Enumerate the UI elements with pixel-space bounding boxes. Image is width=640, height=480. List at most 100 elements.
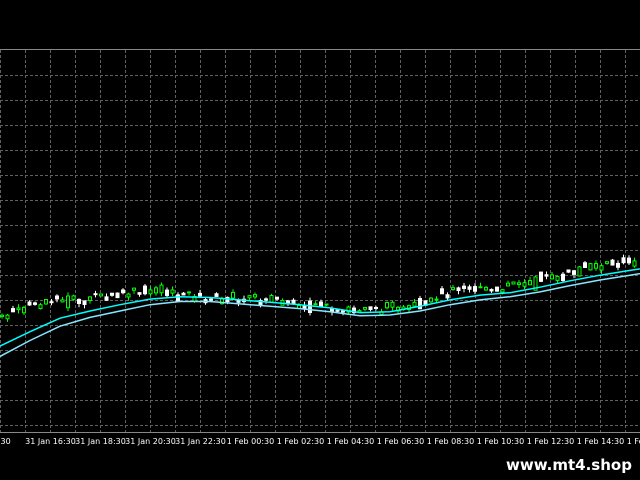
candle-body (209, 298, 213, 301)
candle-body (27, 301, 32, 306)
candle-body (5, 314, 10, 320)
x-tick-label: 1 Feb 04:30 (327, 437, 374, 446)
candle-body (22, 306, 26, 314)
candle-body (93, 293, 98, 296)
candle-body (269, 295, 274, 303)
candle-body (605, 261, 609, 264)
candle-body (253, 294, 257, 298)
candle-body (363, 307, 367, 310)
candle-body (335, 309, 340, 312)
candle-body (522, 282, 527, 287)
candle-body (60, 299, 65, 303)
grid (0, 50, 640, 432)
candle-body (71, 295, 76, 300)
candle-body (88, 296, 92, 301)
candle-body (544, 274, 549, 277)
candle-body (467, 286, 472, 290)
candle-body (495, 286, 499, 292)
candle-body (572, 270, 576, 275)
candle-body (313, 303, 318, 306)
x-tick-label: 1 Feb 12:30 (527, 437, 574, 446)
x-tick-labels: 30 31 Jan 16:30 31 Jan 18:30 31 Jan 20:30 31… (1, 437, 640, 446)
candle-body (385, 302, 389, 309)
x-tick-label: 30 (1, 437, 11, 446)
candle-body (44, 299, 48, 305)
candle-body (275, 296, 279, 300)
candle-body (577, 266, 582, 277)
x-tick-label: 1 Feb 00:30 (227, 437, 274, 446)
candle-body (506, 282, 510, 287)
x-tick-label: 1 Feb 16:30 (627, 437, 640, 446)
candle-body (489, 288, 494, 292)
candle-body (77, 298, 81, 304)
candle-body (550, 274, 554, 280)
x-tick-label: 31 Jan 18:30 (75, 437, 126, 446)
candle-body (291, 299, 296, 305)
candle-body (583, 262, 587, 268)
candle-body (616, 262, 620, 268)
candle-body (33, 302, 37, 305)
watermark-logo: www.mt4.shop (498, 450, 640, 480)
candle-body (231, 291, 235, 299)
candle-body (462, 285, 466, 289)
candle-body (110, 292, 114, 296)
candle-body (319, 301, 323, 308)
candle-body (38, 304, 43, 310)
candle-body (511, 281, 516, 285)
candle-body (561, 273, 565, 281)
candle-body (627, 257, 631, 264)
x-tick-label: 1 Feb 14:30 (577, 437, 624, 446)
candle-body (126, 293, 131, 298)
candle-body (390, 301, 395, 308)
candle-body (176, 294, 180, 303)
candle-body (500, 289, 505, 293)
candle-body (324, 303, 329, 306)
candle-body (517, 282, 521, 286)
candle-body (154, 287, 158, 294)
candle-body (66, 295, 70, 309)
candle-body (412, 301, 417, 307)
candle-body (159, 284, 164, 294)
candle-body (165, 289, 169, 297)
candle-body (214, 293, 219, 297)
candle-body (187, 291, 191, 294)
x-tick-label: 1 Feb 06:30 (377, 437, 424, 446)
candles (0, 254, 637, 322)
candle-body (115, 292, 120, 299)
candle-body (143, 285, 147, 295)
candle-body (599, 265, 604, 271)
candle-body (11, 308, 15, 313)
candle-body (445, 294, 450, 299)
candle-body (341, 310, 345, 313)
x-tick-label: 1 Feb 02:30 (277, 437, 324, 446)
candle-body (368, 306, 373, 310)
candle-body (198, 292, 202, 297)
candle-body (49, 301, 54, 304)
candle-body (99, 293, 103, 297)
x-tick-label: 31 Jan 16:30 (25, 437, 76, 446)
candle-body (456, 287, 461, 292)
candle-body (484, 286, 488, 291)
candle-body (148, 289, 153, 295)
x-tick-label: 31 Jan 22:30 (175, 437, 226, 446)
x-tick-label: 1 Feb 08:30 (427, 437, 474, 446)
candle-body (588, 263, 593, 271)
candle-body (247, 295, 252, 299)
candle-body (478, 286, 483, 289)
x-tick-label: 1 Feb 10:30 (477, 437, 524, 446)
candle-body (104, 296, 109, 301)
candle-body (181, 292, 186, 296)
candle-body (610, 259, 615, 266)
candle-body (0, 314, 4, 318)
x-tick-label: 31 Jan 20:30 (125, 437, 176, 446)
candle-body (170, 289, 175, 294)
candle-body (451, 287, 455, 291)
candle-body (440, 288, 444, 295)
candle-body (236, 300, 241, 303)
candle-body (264, 298, 268, 301)
candle-body (473, 286, 477, 292)
candle-body (528, 280, 532, 286)
candle-body (539, 271, 543, 282)
candle-body (594, 263, 598, 269)
candle-body (121, 289, 125, 294)
